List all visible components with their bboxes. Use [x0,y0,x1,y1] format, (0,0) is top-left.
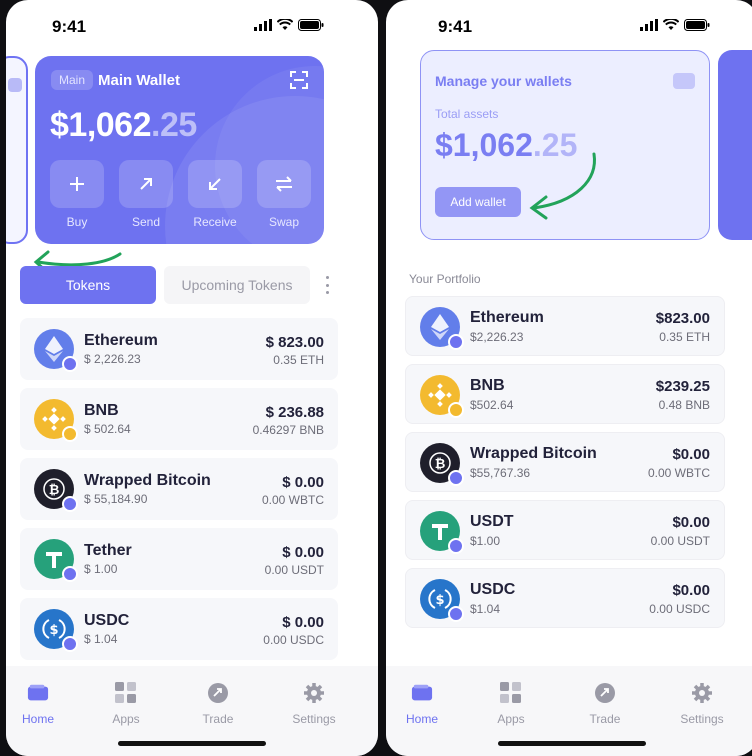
trade-icon [208,683,228,703]
tab-settings[interactable]: Settings [670,682,734,726]
token-row-usdc[interactable]: $ USDC $ 1.04 $ 0.00 0.00 USDC [20,598,338,660]
token-row-bnb[interactable]: BNB $ 502.64 $ 236.88 0.46297 BNB [20,388,338,450]
status-bar: 9:41 [6,0,378,44]
portfolio-row-ethereum[interactable]: Ethereum $2,226.23 $823.00 0.35 ETH [405,296,725,356]
manage-wallets-title: Manage your wallets [435,73,572,89]
wifi-icon [277,19,293,30]
token-row-ethereum[interactable]: Ethereum $ 2,226.23 $ 823.00 0.35 ETH [20,318,338,380]
signal-icon [640,19,658,31]
status-bar: 9:41 [386,0,752,44]
ethereum-icon [420,307,464,350]
tab-home[interactable]: Home [6,682,70,726]
status-time: 9:41 [438,17,473,36]
bnb-icon [34,399,78,442]
scan-icon[interactable] [290,71,308,89]
portfolio-label: Your Portfolio [409,272,481,286]
more-options-icon[interactable] [322,276,332,294]
wallet-chip-icon [673,73,695,89]
receive-button[interactable]: Receive [188,160,242,229]
bitcoin-icon: ₿ [420,443,464,486]
hint-arrow-right [529,152,596,220]
arrow-down-left-icon [209,178,221,190]
next-wallet-card[interactable] [718,50,752,240]
apps-grid-icon [500,682,521,703]
portfolio-row-usdc[interactable]: $ USDC $1.04 $0.00 0.00 USDC [405,568,725,628]
bitcoin-icon: ₿ [34,469,78,512]
tab-apps[interactable]: Apps [94,682,158,726]
token-row-tether[interactable]: Tether $ 1.00 $ 0.00 0.00 USDT [20,528,338,590]
signal-icon [254,19,272,31]
plus-icon [70,177,84,191]
svg-text:₿: ₿ [49,483,60,498]
wallet-tag: Main [51,70,94,90]
total-assets-label: Total assets [435,107,499,121]
wallet-balance: $1,062.25 [50,106,197,144]
swap-button[interactable]: Swap [257,160,311,229]
phone-screen-left: 9:41 Main Main Wallet $1,062.25 Buy Send… [6,0,378,756]
send-button[interactable]: Send [119,160,173,229]
wallet-icon [411,684,433,701]
gear-icon [304,683,324,703]
status-time: 9:41 [52,17,87,36]
arrow-up-right-icon [140,178,152,190]
battery-icon [298,19,324,31]
bnb-icon [420,375,464,418]
wallet-icon [27,684,49,701]
tab-tokens[interactable]: Tokens [20,266,156,304]
swap-icon [276,176,292,192]
token-list: Ethereum $ 2,226.23 $ 823.00 0.35 ETH BNB $… [20,318,338,668]
tab-trade[interactable]: Trade [573,682,637,726]
bottom-tab-bar: Home Apps Trade Settings [386,666,752,756]
main-wallet-card[interactable]: Main Main Wallet $1,062.25 Buy Send Rece… [35,56,324,244]
svg-text:$: $ [435,593,444,608]
portfolio-row-usdt[interactable]: USDT $1.00 $0.00 0.00 USDT [405,500,725,560]
token-tabs: Tokens Upcoming Tokens [20,266,350,304]
ethereum-icon [34,329,78,372]
apps-grid-icon [115,682,136,703]
add-wallet-button[interactable]: Add wallet [435,187,521,217]
tab-home[interactable]: Home [390,682,454,726]
svg-text:$: $ [49,623,58,638]
home-indicator [118,741,266,746]
trade-icon [595,683,615,703]
status-icons [640,19,710,31]
tab-settings[interactable]: Settings [282,682,346,726]
wifi-icon [663,19,679,30]
svg-text:₿: ₿ [435,457,446,472]
portfolio-list: Ethereum $2,226.23 $823.00 0.35 ETH BNB $50… [405,296,725,636]
buy-button[interactable]: Buy [50,160,104,229]
status-icons [254,19,324,31]
gear-icon [692,683,712,703]
tab-apps[interactable]: Apps [479,682,543,726]
wallet-name: Main Wallet [98,72,180,89]
battery-icon [684,19,710,31]
portfolio-row-bnb[interactable]: BNB $502.64 $239.25 0.48 BNB [405,364,725,424]
usdc-icon: $ [420,579,464,622]
home-indicator [498,741,646,746]
bottom-tab-bar: Home Apps Trade Settings [6,666,378,756]
tab-trade[interactable]: Trade [186,682,250,726]
tether-icon [34,539,78,582]
usdc-icon: $ [34,609,78,652]
previous-wallet-card[interactable] [6,56,28,244]
tab-upcoming-tokens[interactable]: Upcoming Tokens [164,266,310,304]
tether-icon [420,511,464,554]
portfolio-row-wrapped-bitcoin[interactable]: ₿ Wrapped Bitcoin $55,767.36 $0.00 0.00 WB… [405,432,725,492]
phone-screen-right: 9:41 Manage your wallets Total assets $1… [386,0,752,756]
token-row-wrapped-bitcoin[interactable]: ₿ Wrapped Bitcoin $ 55,184.90 $ 0.00 0.00 … [20,458,338,520]
